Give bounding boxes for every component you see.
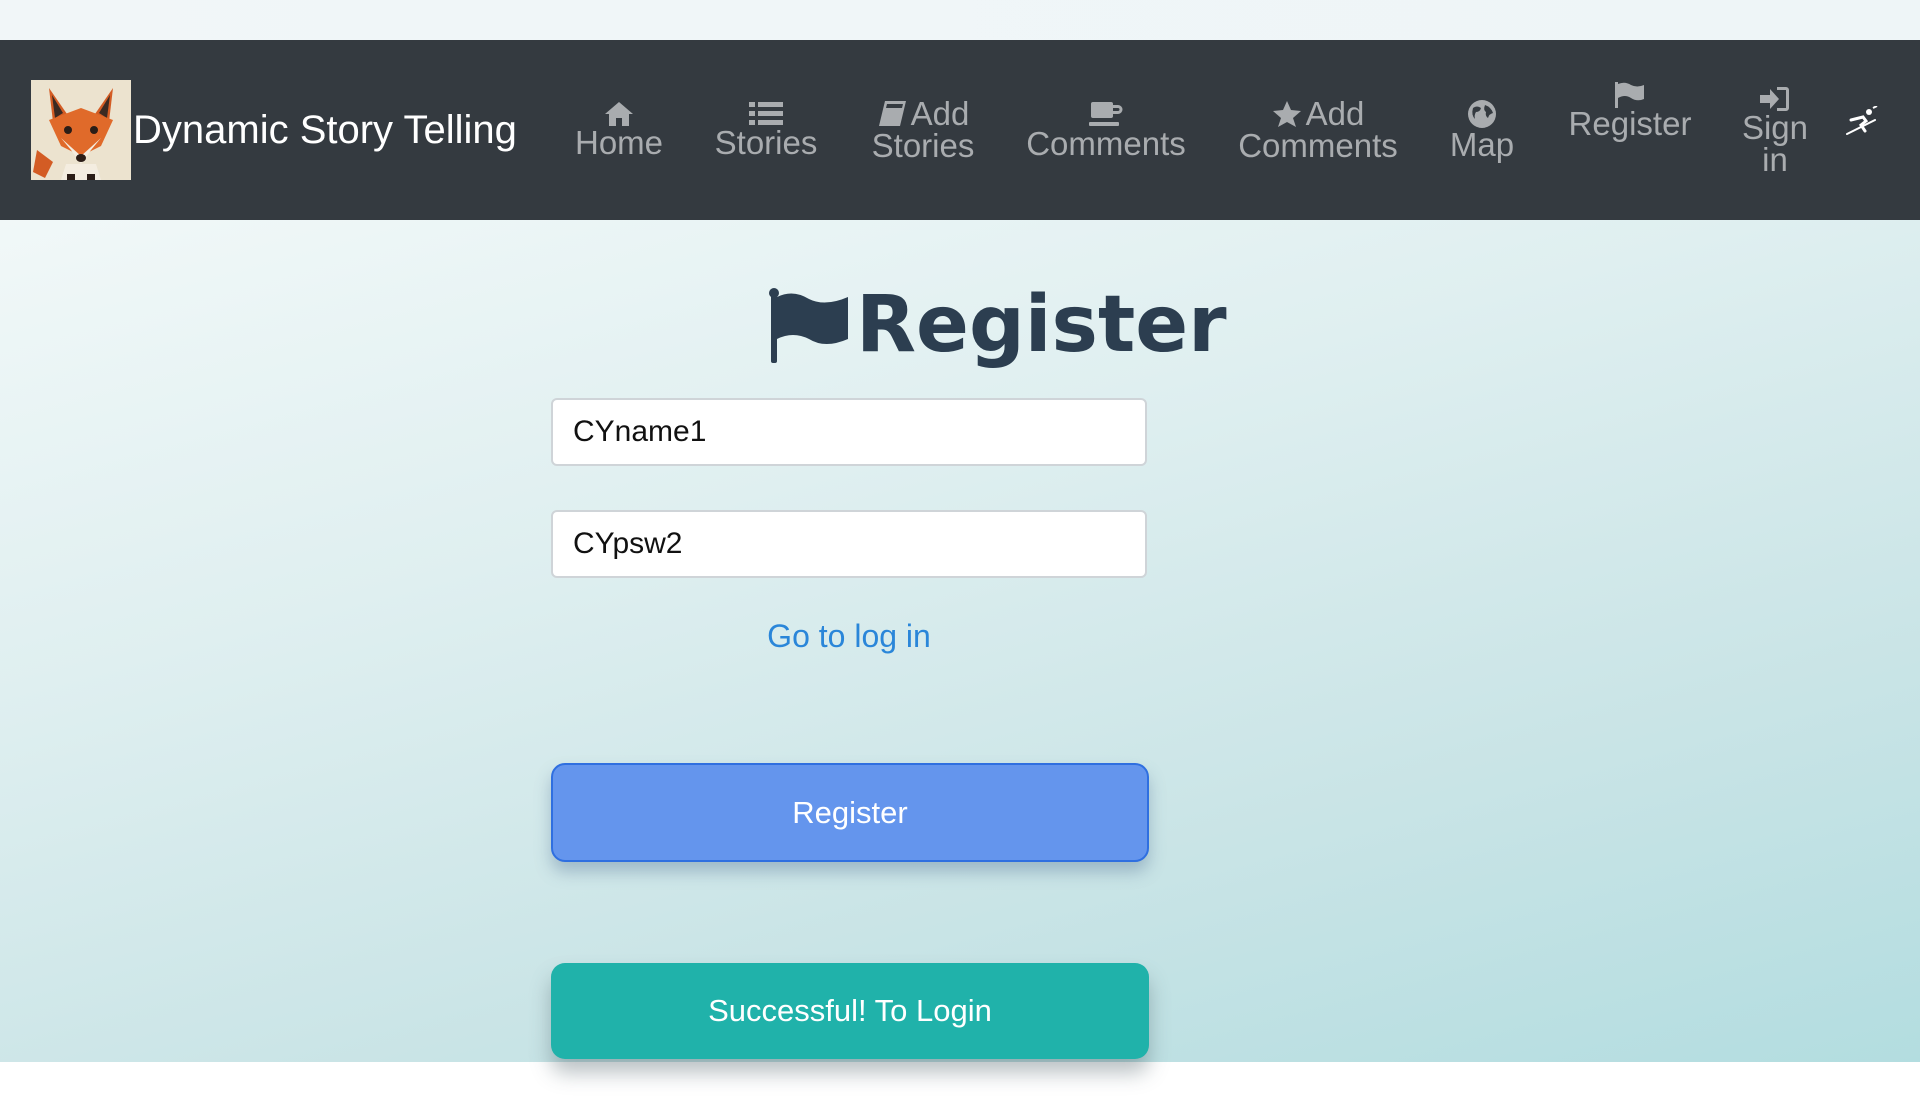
page-title: Register — [768, 280, 1227, 370]
nav-sign-in[interactable]: Sign in — [1738, 40, 1812, 220]
nav-map-label: Map — [1449, 126, 1515, 163]
nav-stories[interactable]: Stories — [706, 40, 826, 220]
fox-logo-icon — [31, 80, 131, 180]
browser-top-strip — [0, 0, 1920, 40]
nav-map[interactable]: Map — [1446, 40, 1518, 220]
navbar: Dynamic Story Telling Home Stories Add S… — [0, 40, 1920, 220]
go-to-login-link[interactable]: Go to log in — [551, 618, 1147, 655]
skier-icon[interactable] — [1843, 106, 1879, 142]
star-icon — [1272, 101, 1301, 127]
brand-title: Dynamic Story Telling — [133, 107, 517, 152]
nav-add-stories-line2: Stories — [871, 127, 975, 164]
brand-link[interactable]: Dynamic Story Telling — [31, 80, 517, 180]
nav-stories-label: Stories — [714, 124, 818, 161]
flag-icon — [769, 288, 848, 363]
nav-add-stories-line1: Add — [910, 95, 970, 132]
nav-comments-label: Comments — [1026, 125, 1186, 162]
username-input[interactable] — [551, 398, 1147, 466]
nav-home[interactable]: Home — [566, 40, 672, 220]
globe-icon — [1468, 100, 1496, 128]
nav-sign-in-line1: Sign — [1741, 109, 1809, 146]
success-login-button[interactable]: Successful! To Login — [551, 963, 1149, 1059]
coffee-icon — [1089, 102, 1123, 126]
nav-add-comments-line2: Comments — [1238, 127, 1398, 164]
nav-home-label: Home — [574, 124, 664, 161]
nav-sign-in-line2: in — [1762, 141, 1788, 178]
page-title-text: Register — [856, 280, 1227, 370]
book-icon — [878, 101, 906, 126]
password-input[interactable] — [551, 510, 1147, 578]
register-button[interactable]: Register — [551, 763, 1149, 862]
nav-register-label: Register — [1568, 105, 1692, 142]
register-page: Register Go to log in Register Successfu… — [0, 220, 1920, 1062]
nav-add-comments-line1: Add — [1305, 95, 1365, 132]
nav-add-comments[interactable]: Add Comments — [1232, 40, 1404, 220]
nav-register[interactable]: Register — [1565, 40, 1695, 220]
nav-add-stories[interactable]: Add Stories — [860, 40, 986, 220]
nav-comments[interactable]: Comments — [1020, 40, 1192, 220]
